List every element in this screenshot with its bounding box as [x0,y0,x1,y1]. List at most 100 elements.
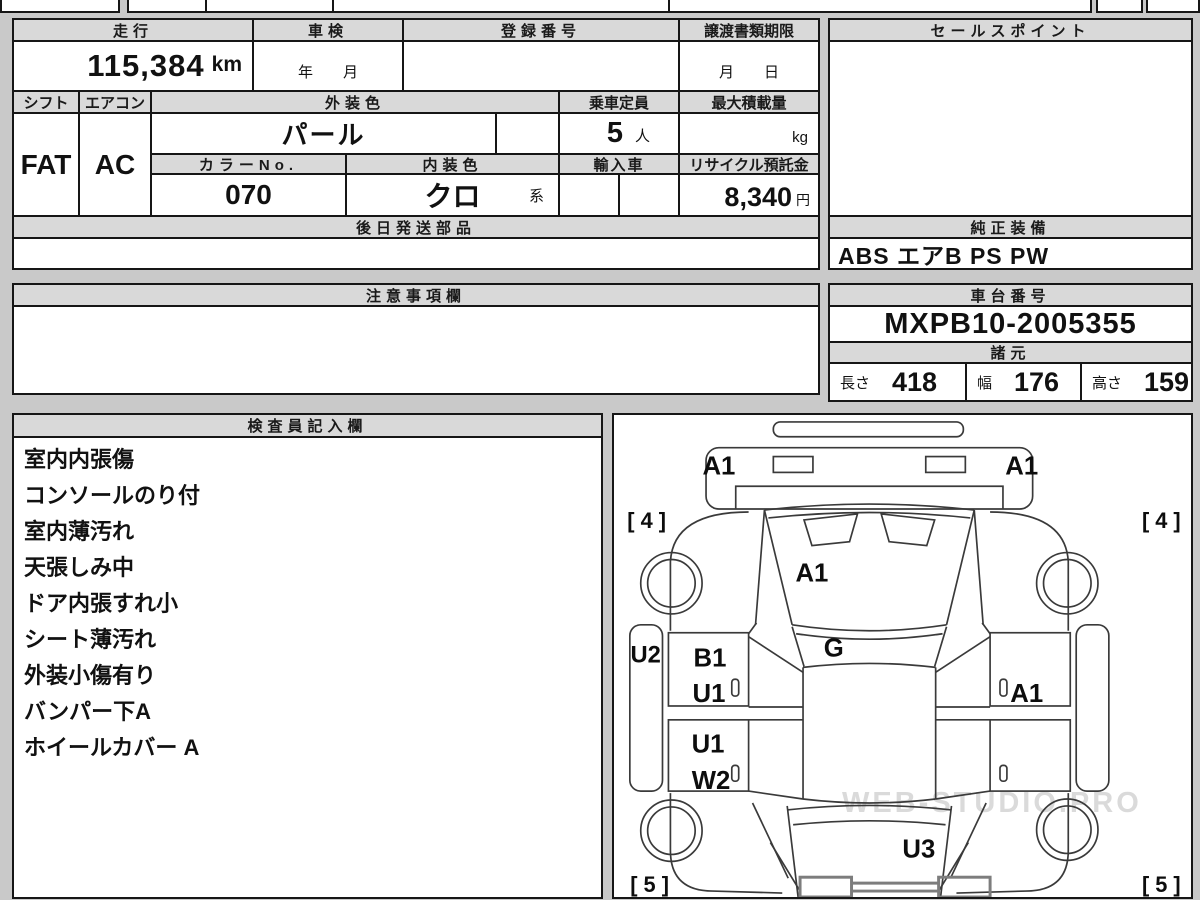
wheel-front-left [639,551,703,615]
import-value-cell-a [558,173,620,217]
aircon-value: AC [78,112,152,217]
spec-length-value: 418 [892,366,938,397]
tail-light-right [937,875,992,897]
shift-value: FAT [12,112,80,217]
chassis-header: 車台番号 [828,283,1193,307]
inspector-line: ホイールカバー A [24,735,200,760]
capacity-header: 乗車定員 [558,90,680,114]
gate-right [939,805,953,897]
top-partial-cell [668,0,1092,13]
capacity-value: 5 [606,117,623,149]
mileage-value: 115,384 [87,48,205,83]
damage-label: U3 [902,835,935,863]
hood-bottom-curve [792,623,947,632]
inspector-box: 室内内張傷 コンソールのり付 室内薄汚れ 天張しみ中 ドア内張すれ小 シート薄汚… [12,436,603,899]
inspector-line: 室内内張傷 [24,447,135,472]
shaken-header: 車検 [252,18,404,42]
wheel-rear-right [1035,798,1099,862]
import-value-cell-b [618,173,680,217]
exterior-color-header: 外装色 [150,90,560,114]
top-partial-cell [1096,0,1143,13]
headlight-right [924,455,967,474]
inspector-line: コンソールのり付 [24,483,201,508]
spec-height-cell: 高さ 159 [1080,362,1193,402]
wiper-right [880,512,936,547]
spec-length-cell: 長さ 418 [828,362,967,402]
door-handle [730,764,740,783]
spec-width-cell: 幅 176 [965,362,1082,402]
recycle-unit: 円 [796,192,810,208]
sales-point-header: セールスポイント [828,18,1193,42]
rear-window-curve [787,804,952,811]
notes-box [12,305,820,395]
door-handle [999,764,1008,783]
max-load-value-cell: kg [678,112,820,155]
mileage-unit: km [211,53,242,76]
damage-label: U1 [693,680,726,708]
deadline-header: 譲渡書類期限 [678,18,820,42]
equipment-value: ABS エアB PS PW [828,237,1193,270]
exterior-color-extra-cell [495,112,560,155]
top-partial-cell [332,0,670,13]
later-parts-value-cell [12,237,820,270]
spec-width-value: 176 [1014,366,1060,397]
import-header: 輸入車 [558,153,680,175]
inspector-line: 天張しみ中 [24,555,135,580]
top-partial-cell [0,0,120,13]
tail-light-left [798,875,854,897]
tire-label: [ 4 ] [627,508,666,533]
shift-header: シフト [12,90,80,114]
roof-rear-curve [802,798,936,804]
door-handle [730,678,740,697]
recycle-value: 8,340 [724,182,792,212]
damage-label: A1 [702,452,735,480]
top-partial-cell [1146,0,1200,13]
front-grille-line [734,485,1004,510]
capacity-value-cell: 5 人 [558,112,680,155]
top-partial-cell [127,0,207,13]
registration-value-cell [402,40,680,92]
interior-color-suffix: 系 [528,188,544,205]
front-bumper [705,446,1034,510]
damage-label: A1 [795,559,828,587]
inspector-line: 室内薄汚れ [24,519,135,544]
tire-label: [ 5 ] [1142,872,1181,897]
spec-length-label: 長さ [840,374,871,392]
sales-point-box [828,40,1193,217]
chassis-value: MXPB10-2005355 [828,305,1193,343]
fender-front-right [990,511,1070,631]
notes-header: 注意事項欄 [12,283,820,307]
wiper-left [802,512,859,547]
wheel-rear-left [639,799,703,863]
interior-color-value: クロ [424,181,481,212]
spec-width-label: 幅 [977,374,993,392]
damage-label: U1 [692,730,725,758]
headlight-left [772,455,814,474]
inspector-line: ドア内張すれ小 [24,591,179,616]
spec-height-value: 159 [1144,366,1190,397]
fender-front-left [669,511,749,631]
capacity-unit: 人 [634,128,650,145]
color-no-header: カラーNo. [150,153,347,175]
auction-sheet: 走行 車検 登録番号 譲渡書類期限 115,384 km 年 月 月 日 シフト… [0,0,1200,900]
later-parts-header: 後日発送部品 [12,215,820,239]
max-load-header: 最大積載量 [678,90,820,114]
exterior-color-value: パール [150,112,497,155]
aircon-header: エアコン [78,90,152,114]
door-handle [999,678,1008,697]
deadline-value-cell: 月 日 [678,40,820,92]
damage-label: B1 [694,644,727,672]
damage-label: G [824,634,844,662]
top-partial-cell [205,0,334,13]
car-diagram: A1 A1 A1 G B1 U1 U1 W2 A1 U3 U2 [ 4 ] [ … [627,421,1181,897]
tire-label: [ 4 ] [1142,508,1181,533]
damage-label: A1 [1005,452,1038,480]
interior-color-header: 内装色 [345,153,560,175]
equipment-header: 純正装備 [828,215,1193,239]
rocker-right [1075,623,1110,792]
inspector-line: バンパー下A [24,699,151,724]
registration-header: 登録番号 [402,18,680,42]
inspector-header: 検査員記入欄 [12,413,603,438]
car-diagram-box: WEB-STUDIO.PRO A1 A1 A1 G B1 U1 U1 W2 A1… [612,413,1193,899]
fender-rear-left [669,793,783,894]
